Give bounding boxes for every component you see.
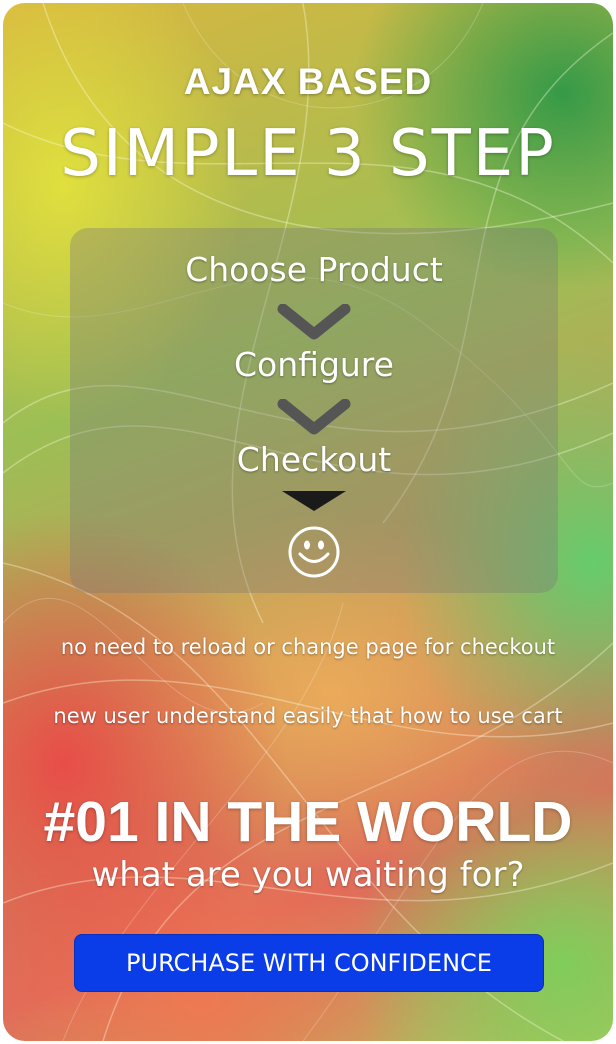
- promo-headline: #01 IN THE WORLD: [43, 790, 573, 854]
- smiley-icon: [288, 526, 340, 578]
- promo-subline: what are you waiting for?: [91, 855, 525, 895]
- chevron-down-icon: [277, 399, 351, 435]
- triangle-down-icon: [282, 491, 346, 511]
- section-title: SIMPLE 3 STEP: [60, 117, 556, 191]
- purchase-button[interactable]: PURCHASE WITH CONFIDENCE: [74, 934, 544, 992]
- promo-card: AJAX BASED SIMPLE 3 STEP Choose Product …: [3, 3, 613, 1041]
- step-checkout: Checkout: [236, 440, 392, 479]
- steps-panel: Choose Product Configure Checkout: [70, 228, 558, 593]
- feature-easy-to-use: new user understand easily that how to u…: [53, 704, 563, 728]
- step-choose-product: Choose Product: [185, 250, 443, 289]
- step-configure: Configure: [234, 345, 394, 384]
- chevron-down-icon: [277, 304, 351, 340]
- feature-no-reload: no need to reload or change page for che…: [60, 635, 556, 659]
- section-kicker: AJAX BASED: [183, 61, 433, 102]
